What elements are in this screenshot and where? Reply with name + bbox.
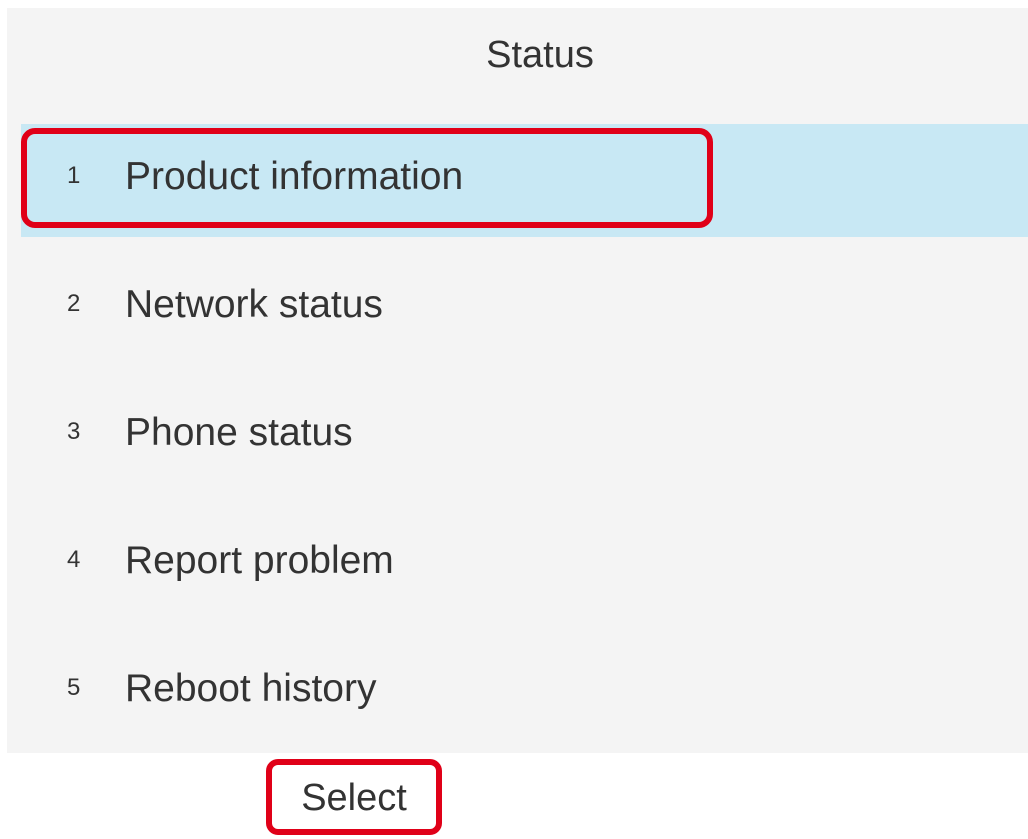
select-softkey-button[interactable]: Select [266, 759, 442, 835]
menu-item-number: 5 [67, 674, 81, 701]
menu-item-number: 1 [67, 162, 81, 189]
menu-item-number: 3 [67, 418, 81, 445]
menu-item-label: Phone status [125, 411, 353, 454]
softkey-bar: Select [0, 753, 1028, 839]
menu-item-phone-status[interactable]: 3 Phone status [7, 380, 1028, 508]
menu-item-report-problem[interactable]: 4 Report problem [7, 508, 1028, 636]
menu-item-network-status[interactable]: 2 Network status [7, 252, 1028, 380]
phone-screen: Status 1 Product information 2 Network s… [7, 8, 1028, 753]
status-menu: 1 Product information 2 Network status 3… [7, 124, 1028, 764]
menu-item-reboot-history[interactable]: 5 Reboot history [7, 636, 1028, 764]
menu-item-label: Network status [125, 283, 383, 326]
menu-item-label: Product information [125, 155, 464, 198]
menu-item-label: Report problem [125, 539, 394, 582]
menu-item-number: 4 [67, 546, 81, 573]
menu-item-label: Reboot history [125, 667, 377, 710]
page-title: Status [486, 34, 594, 76]
menu-item-product-information[interactable]: 1 Product information [7, 124, 1028, 252]
menu-item-number: 2 [67, 290, 81, 317]
